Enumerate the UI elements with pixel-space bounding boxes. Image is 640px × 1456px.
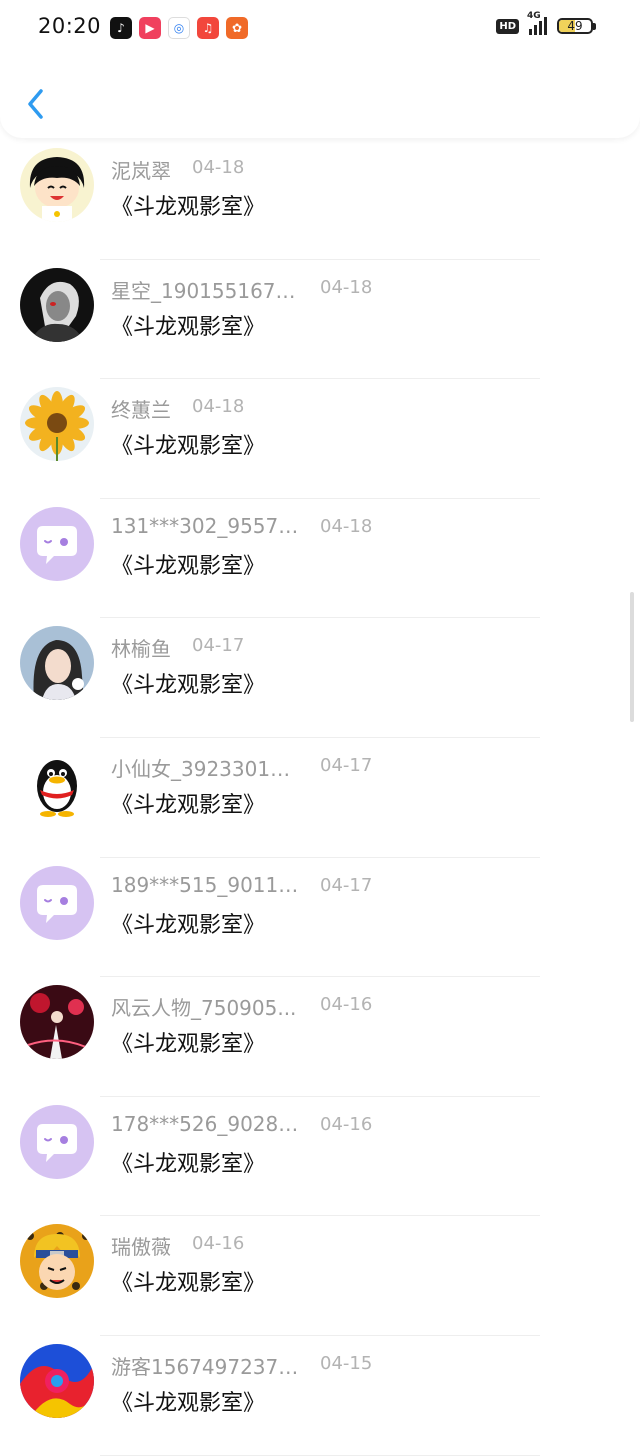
notification-app-icons: ♪ ▶ ◎ ♫ ✿ (110, 17, 248, 39)
message-text: 《斗龙观影室》 (111, 673, 266, 699)
tiktok-icon: ♪ (110, 17, 132, 39)
sender-name: 终蕙兰 (111, 398, 171, 423)
signal-icon: 4G (527, 11, 547, 35)
status-time: 20:20 (38, 14, 102, 38)
avatar[interactable] (20, 267, 94, 342)
avatar[interactable] (20, 148, 94, 222)
sender-name: 189***515_90117... (111, 872, 301, 897)
scrollbar[interactable] (630, 592, 634, 722)
message-list: 泥岚翠 04-18 《斗龙观影室》 星空_1901551678... 04-18 《斗龙观… (0, 140, 640, 1456)
message-date: 04-16 (320, 1113, 373, 1135)
list-item[interactable]: 189***515_90117... 04-17 《斗龙观影室》 (0, 858, 640, 978)
message-date: 04-15 (320, 1352, 373, 1374)
chevron-left-icon (28, 89, 43, 119)
message-date: 04-18 (192, 396, 245, 418)
apps-icon: ✿ (226, 17, 248, 39)
music-icon: ♫ (197, 17, 219, 39)
battery-level: 49 (567, 19, 583, 33)
message-date: 04-16 (320, 994, 373, 1016)
message-date: 04-18 (320, 515, 373, 537)
list-item[interactable]: 131***302_95571... 04-18 《斗龙观影室》 (0, 499, 640, 619)
avatar[interactable] (20, 985, 94, 1060)
list-item[interactable]: 林榆鱼 04-17 《斗龙观影室》 (0, 618, 640, 738)
avatar[interactable] (20, 745, 94, 820)
battery-icon: 49 (557, 18, 593, 34)
message-date: 04-16 (192, 1233, 245, 1255)
message-text: 《斗龙观影室》 (111, 553, 266, 579)
sender-name: 小仙女_39233013... (111, 756, 301, 781)
message-text: 《斗龙观影室》 (111, 792, 266, 818)
top-header: 20:20 ♪ ▶ ◎ ♫ ✿ HD 4G 49 (0, 0, 640, 138)
list-item[interactable]: 瑞傲薇 04-16 《斗龙观影室》 (0, 1216, 640, 1336)
message-text: 《斗龙观影室》 (111, 1390, 266, 1416)
list-item[interactable]: 泥岚翠 04-18 《斗龙观影室》 (0, 140, 640, 260)
sender-name: 游客15674972378... (111, 1354, 301, 1379)
avatar[interactable] (20, 1343, 94, 1418)
avatar[interactable] (20, 387, 94, 462)
back-button[interactable] (18, 84, 54, 124)
message-text: 《斗龙观影室》 (111, 314, 266, 340)
status-bar: 20:20 ♪ ▶ ◎ ♫ ✿ HD 4G 49 (0, 0, 640, 58)
message-text: 《斗龙观影室》 (111, 912, 266, 938)
list-item[interactable]: 小仙女_39233013... 04-17 《斗龙观影室》 (0, 738, 640, 858)
video-icon: ▶ (139, 17, 161, 39)
message-date: 04-18 (192, 157, 245, 178)
list-item[interactable]: 终蕙兰 04-18 《斗龙观影室》 (0, 379, 640, 499)
message-text: 《斗龙观影室》 (111, 195, 266, 220)
avatar[interactable] (20, 865, 94, 940)
browser-icon: ◎ (168, 17, 190, 39)
list-item[interactable]: 风云人物_750905... 04-16 《斗龙观影室》 (0, 977, 640, 1097)
sender-name: 178***526_90287... (111, 1111, 301, 1136)
sender-name: 泥岚翠 (111, 159, 171, 183)
message-date: 04-17 (320, 874, 373, 896)
sender-name: 瑞傲薇 (111, 1235, 171, 1260)
sender-name: 星空_1901551678... (111, 278, 301, 303)
sender-name: 风云人物_750905... (111, 996, 297, 1021)
divider (100, 1454, 540, 1456)
sender-name: 131***302_95571... (111, 513, 301, 538)
message-date: 04-17 (320, 754, 373, 776)
sender-name: 林榆鱼 (111, 637, 171, 662)
avatar[interactable] (20, 626, 94, 701)
avatar[interactable] (20, 506, 94, 581)
message-text: 《斗龙观影室》 (111, 1151, 266, 1177)
network-type: 4G (527, 11, 541, 21)
avatar[interactable] (20, 1224, 94, 1299)
list-item[interactable]: 游客15674972378... 04-15 《斗龙观影室》 (0, 1336, 640, 1456)
message-text: 《斗龙观影室》 (111, 1271, 266, 1297)
list-item[interactable]: 178***526_90287... 04-16 《斗龙观影室》 (0, 1097, 640, 1217)
system-icons: HD 4G 49 (496, 11, 596, 35)
avatar[interactable] (20, 1104, 94, 1179)
message-date: 04-18 (320, 276, 373, 298)
hd-badge: HD (496, 18, 519, 34)
list-item[interactable]: 星空_1901551678... 04-18 《斗龙观影室》 (0, 260, 640, 380)
message-text: 《斗龙观影室》 (111, 1032, 266, 1058)
message-text: 《斗龙观影室》 (111, 434, 266, 460)
message-date: 04-17 (192, 635, 245, 657)
